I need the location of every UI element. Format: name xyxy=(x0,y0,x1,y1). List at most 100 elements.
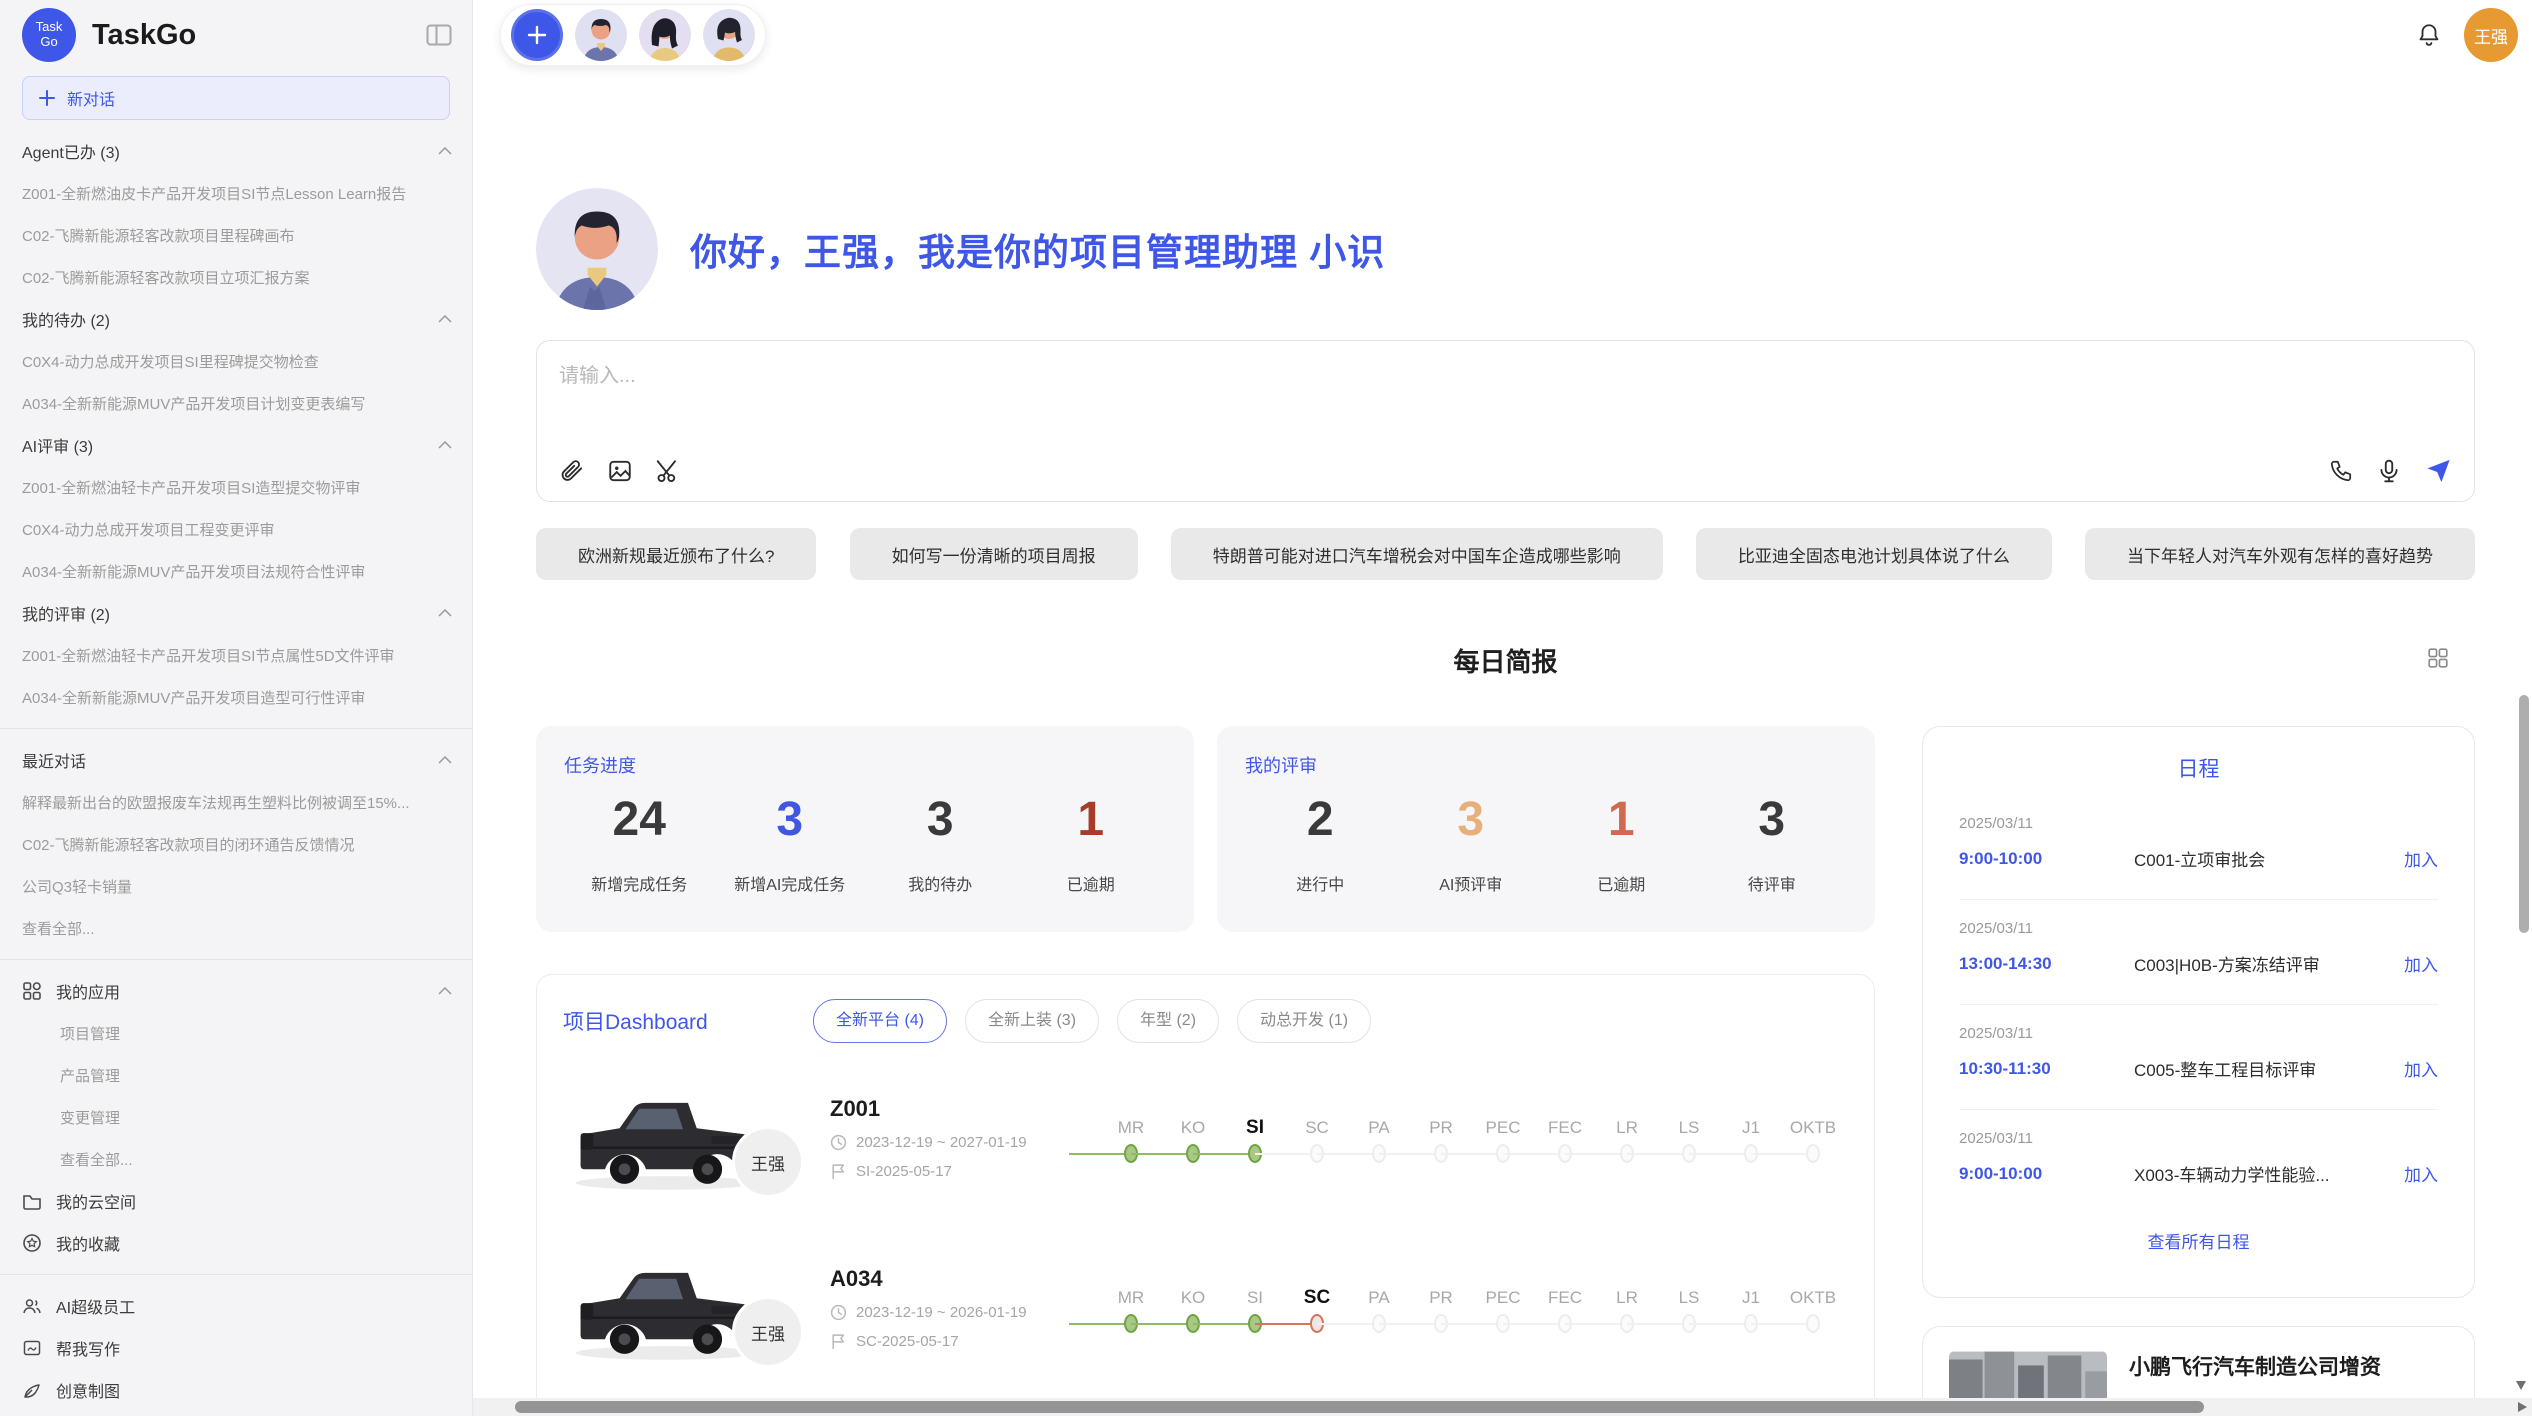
agent-avatar[interactable] xyxy=(703,9,755,61)
milestone-segment xyxy=(1069,1153,1131,1155)
scroll-down-arrow[interactable] xyxy=(2516,1381,2526,1390)
chevron-up-icon[interactable] xyxy=(438,441,452,449)
sidebar-task-item[interactable]: A034-全新新能源MUV产品开发项目造型可行性评审 xyxy=(0,676,472,718)
sidebar-item-ai-staff[interactable]: AI超级员工 xyxy=(0,1285,472,1327)
news-card[interactable]: 小鹏飞行汽车制造公司增资 天眼查 App 显示，近日广州汇天飞行汽... xyxy=(1922,1326,2475,1398)
layout-grid-icon[interactable] xyxy=(2427,647,2449,669)
chevron-up-icon[interactable] xyxy=(438,756,452,764)
join-button[interactable]: 加入 xyxy=(2404,1056,2438,1081)
collapse-sidebar-icon[interactable] xyxy=(426,23,452,47)
milestone-segment xyxy=(1131,1323,1193,1325)
add-agent-button[interactable] xyxy=(511,9,563,61)
new-chat-button[interactable]: 新对话 xyxy=(22,76,450,120)
sidebar: Task Go TaskGo 新对话 Agent已办 (3) Z001-全新燃油… xyxy=(0,0,473,1416)
milestone-label: MR xyxy=(1100,1283,1162,1313)
milestone: MR xyxy=(1100,1113,1162,1167)
new-chat-label: 新对话 xyxy=(67,86,115,110)
apps-view-all[interactable]: 查看全部... xyxy=(0,1138,472,1180)
sidebar-task-item[interactable]: A034-全新新能源MUV产品开发项目计划变更表编写 xyxy=(0,382,472,424)
dashboard-tab[interactable]: 动总开发 (1) xyxy=(1237,999,1371,1043)
sidebar-section-header[interactable]: Agent已办 (3) xyxy=(0,130,472,172)
recent-chat-item[interactable]: C02-飞腾新能源轻客改款项目的闭环通告反馈情况 xyxy=(0,823,472,865)
recent-view-all[interactable]: 查看全部... xyxy=(0,907,472,949)
milestone-label: MR xyxy=(1100,1113,1162,1143)
schedule-item: 2025/03/11 9:00-10:00 X003-车辆动力学性能验... 加… xyxy=(1959,1109,2438,1214)
sidebar-task-item[interactable]: C0X4-动力总成开发项目SI里程碑提交物检查 xyxy=(0,340,472,382)
dashboard-tabs: 全新平台 (4) 全新上装 (3) 年型 (2) 动总开发 (1) xyxy=(813,999,1371,1043)
scissors-icon[interactable] xyxy=(655,458,681,484)
horizontal-scrollbar-thumb[interactable] xyxy=(515,1401,2204,1413)
suggestion-chip[interactable]: 当下年轻人对汽车外观有怎样的喜好趋势 xyxy=(2085,528,2475,580)
milestone-segment xyxy=(1069,1323,1131,1325)
sidebar-task-item[interactable]: C02-飞腾新能源轻客改款项目立项汇报方案 xyxy=(0,256,472,298)
schedule-event-title: C001-立项审批会 xyxy=(2134,846,2392,871)
milestone-label: OKTB xyxy=(1782,1283,1844,1313)
sidebar-task-item[interactable]: A034-全新新能源MUV产品开发项目法规符合性评审 xyxy=(0,550,472,592)
sidebar-item-cloud[interactable]: 我的云空间 xyxy=(0,1180,472,1222)
briefing-header: 每日简报 xyxy=(536,642,2475,676)
app-item[interactable]: 项目管理 xyxy=(0,1012,472,1054)
join-button[interactable]: 加入 xyxy=(2404,951,2438,976)
agent-avatar[interactable] xyxy=(575,9,627,61)
milestone-segment xyxy=(1441,1153,1503,1155)
chevron-up-icon[interactable] xyxy=(438,609,452,617)
attachment-icon[interactable] xyxy=(559,458,585,484)
agent-avatar[interactable] xyxy=(639,9,691,61)
chat-input[interactable] xyxy=(559,359,2452,423)
sidebar-section-header[interactable]: AI评审 (3) xyxy=(0,424,472,466)
join-button[interactable]: 加入 xyxy=(2404,846,2438,871)
dashboard-tab[interactable]: 全新平台 (4) xyxy=(813,999,947,1043)
image-icon[interactable] xyxy=(607,458,633,484)
suggestion-chip[interactable]: 比亚迪全固态电池计划具体说了什么 xyxy=(1696,528,2052,580)
chevron-up-icon[interactable] xyxy=(438,315,452,323)
view-all-schedule-link[interactable]: 查看所有日程 xyxy=(1959,1214,2438,1253)
dashboard-tab[interactable]: 年型 (2) xyxy=(1117,999,1219,1043)
suggestion-chip[interactable]: 欧洲新规最近颁布了什么? xyxy=(536,528,816,580)
project-row[interactable]: 王强 A034 2023-12-19 ~ 2026-01-19 SC-2025-… xyxy=(563,1233,1848,1383)
greeting-text: 你好，王强，我是你的项目管理助理 小识 xyxy=(690,222,1385,276)
user-avatar[interactable]: 王强 xyxy=(2464,8,2518,62)
recent-chat-item[interactable]: 解释最新出台的欧盟报废车法规再生塑料比例被调至15%... xyxy=(0,781,472,823)
join-button[interactable]: 加入 xyxy=(2404,1161,2438,1186)
sidebar-item-favorites[interactable]: 我的收藏 xyxy=(0,1222,472,1264)
section-title: 我的待办 (2) xyxy=(22,307,438,331)
milestone-dot xyxy=(1806,1314,1820,1333)
dashboard-tab[interactable]: 全新上装 (3) xyxy=(965,999,1099,1043)
schedule-item: 2025/03/11 13:00-14:30 C003|H0B-方案冻结评审 加… xyxy=(1959,899,2438,1004)
notification-bell-icon[interactable] xyxy=(2416,22,2442,48)
sidebar-item-writing[interactable]: 帮我写作 xyxy=(0,1327,472,1369)
project-row[interactable]: 王强 Z001 2023-12-19 ~ 2027-01-19 SI-2025-… xyxy=(563,1063,1848,1213)
stat: 2 进行中 xyxy=(1245,792,1396,895)
sidebar-task-item[interactable]: Z001-全新燃油轻卡产品开发项目SI造型提交物评审 xyxy=(0,466,472,508)
clock-icon xyxy=(830,1304,847,1321)
app-item[interactable]: 变更管理 xyxy=(0,1096,472,1138)
sidebar-task-item[interactable]: C02-飞腾新能源轻客改款项目里程碑画布 xyxy=(0,214,472,256)
sidebar-section-header[interactable]: 我的待办 (2) xyxy=(0,298,472,340)
chevron-up-icon[interactable] xyxy=(438,147,452,155)
my-apps-header[interactable]: 我的应用 xyxy=(0,970,472,1012)
sidebar-section-header[interactable]: 我的评审 (2) xyxy=(0,592,472,634)
logo-text-bottom: Go xyxy=(40,35,57,50)
suggestion-chip[interactable]: 特朗普可能对进口汽车增税会对中国车企造成哪些影响 xyxy=(1171,528,1663,580)
scroll-right-arrow[interactable] xyxy=(2518,1402,2527,1412)
recent-chat-item[interactable]: 公司Q3轻卡销量 xyxy=(0,865,472,907)
app-item[interactable]: 产品管理 xyxy=(0,1054,472,1096)
milestone-label: OKTB xyxy=(1782,1113,1844,1143)
phone-icon[interactable] xyxy=(2328,458,2354,484)
send-icon[interactable] xyxy=(2424,457,2452,485)
stat: 24 新增完成任务 xyxy=(564,792,715,895)
milestone: MR xyxy=(1100,1283,1162,1337)
recent-chats-header[interactable]: 最近对话 xyxy=(0,739,472,781)
sidebar-task-item[interactable]: Z001-全新燃油皮卡产品开发项目SI节点Lesson Learn报告 xyxy=(0,172,472,214)
vertical-scrollbar-thumb[interactable] xyxy=(2519,695,2529,933)
suggestion-chip[interactable]: 如何写一份清晰的项目周报 xyxy=(850,528,1138,580)
stat-value: 24 xyxy=(564,792,715,847)
folder-icon xyxy=(22,1191,42,1211)
sidebar-task-item[interactable]: C0X4-动力总成开发项目工程变更评审 xyxy=(0,508,472,550)
microphone-icon[interactable] xyxy=(2376,458,2402,484)
milestone-segment xyxy=(1379,1323,1441,1325)
stat: 3 新增AI完成任务 xyxy=(715,792,866,895)
sidebar-task-item[interactable]: Z001-全新燃油轻卡产品开发项目SI节点属性5D文件评审 xyxy=(0,634,472,676)
chevron-up-icon[interactable] xyxy=(438,987,452,995)
sidebar-item-drawing[interactable]: 创意制图 xyxy=(0,1369,472,1411)
